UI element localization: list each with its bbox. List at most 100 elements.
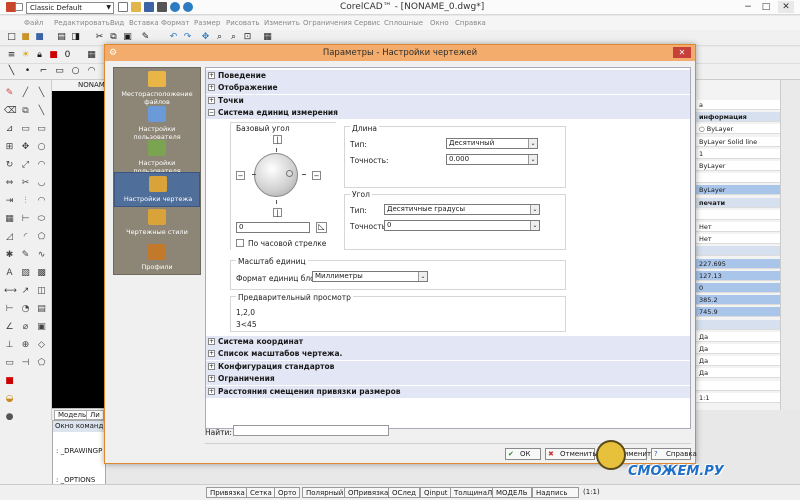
property-row[interactable] xyxy=(696,380,780,391)
eraser-icon[interactable]: ⌫ xyxy=(4,106,17,117)
status-snap[interactable]: Привязка xyxy=(206,487,249,498)
collapse-icon[interactable]: − xyxy=(208,109,215,117)
zero-layer-icon[interactable]: 0 xyxy=(62,50,73,61)
mirror-icon[interactable]: ⊿ xyxy=(4,124,15,135)
color-icon[interactable]: ■ xyxy=(4,376,15,387)
angle-0-button[interactable]: − xyxy=(312,171,321,180)
status-qinput[interactable]: Qinput xyxy=(420,487,452,498)
cut-icon[interactable]: ✂ xyxy=(94,32,105,43)
print-icon[interactable]: ▤ xyxy=(56,32,67,43)
extend-icon[interactable]: ⇥ xyxy=(4,196,15,207)
status-otrack[interactable]: ОСлед xyxy=(388,487,421,498)
command-window[interactable]: Окно команд : _DRAWINGP : _OPTIONS xyxy=(52,420,106,486)
chamfer-icon[interactable]: ◿ xyxy=(4,232,15,243)
redo-icon[interactable] xyxy=(183,2,193,12)
menu-help[interactable]: Справка xyxy=(455,19,486,27)
rotate-icon[interactable]: ↻ xyxy=(4,160,15,171)
status-lineweight[interactable]: ТолщинаЛ xyxy=(450,487,497,498)
status-annotation[interactable]: Надпись xyxy=(532,487,579,498)
angle-pick-icon[interactable]: ◺ xyxy=(316,222,327,233)
properties-scrollbar[interactable] xyxy=(780,80,800,410)
property-row[interactable]: 385.2 xyxy=(696,295,780,306)
menu-view[interactable]: Вид xyxy=(110,19,124,27)
angle-180-button[interactable]: − xyxy=(236,171,245,180)
tree-section[interactable]: + Конфигурация стандартов xyxy=(206,360,690,373)
base-angle-input[interactable]: 0 xyxy=(236,222,310,233)
edit-icon[interactable]: ✎ xyxy=(20,250,31,261)
redo-icon[interactable]: ↷ xyxy=(182,32,193,43)
lock-icon[interactable]: 🔒︎ xyxy=(34,50,45,61)
length-type-select[interactable]: Десятичный ⌄ xyxy=(446,138,538,149)
tree-section[interactable]: + Точки xyxy=(206,94,690,107)
property-row[interactable]: Нет xyxy=(696,234,780,245)
dialog-title-bar[interactable]: ⚙ Параметры - Настройки чертежей ✕ xyxy=(105,45,695,61)
property-row[interactable]: печати xyxy=(696,197,780,208)
rectangle-tool-icon[interactable]: ▭ xyxy=(36,124,47,135)
tab-layout[interactable]: Ли xyxy=(86,410,104,420)
category-item[interactable]: Настройки пользователя xyxy=(114,137,200,175)
find-input[interactable] xyxy=(233,425,389,436)
circle-icon[interactable]: ○ xyxy=(70,66,81,77)
tree-section[interactable]: + Отображение xyxy=(206,82,690,95)
menu-modify[interactable]: Изменить xyxy=(264,19,300,27)
undo-icon[interactable] xyxy=(170,2,180,12)
line-tool-icon[interactable]: ╱ xyxy=(20,88,31,99)
zoom-extents-icon[interactable]: ⊡ xyxy=(242,32,253,43)
property-row[interactable]: Да xyxy=(696,344,780,354)
cancel-button[interactable]: ✖ Отменить xyxy=(545,448,597,460)
category-item[interactable]: Чертежные стили xyxy=(114,206,200,241)
property-row[interactable] xyxy=(696,209,780,220)
tree-section[interactable]: − Система единиц измерения xyxy=(206,107,690,120)
match-properties-icon[interactable]: ✎ xyxy=(140,32,151,43)
length-precision-select[interactable]: 0.000 ⌄ xyxy=(446,154,538,165)
pan-icon[interactable]: ✥ xyxy=(200,32,211,43)
drawing-canvas[interactable] xyxy=(52,80,106,410)
pencil-icon[interactable]: ✎ xyxy=(4,88,15,99)
polygon-icon[interactable]: ⬠ xyxy=(36,232,47,243)
angle-type-select[interactable]: Десятичные градусы ⌄ xyxy=(384,204,540,215)
block-icon[interactable]: ◫ xyxy=(36,286,47,297)
paste-icon[interactable]: ▣ xyxy=(122,32,133,43)
dialog-close-button[interactable]: ✕ xyxy=(673,47,691,58)
tolerance-icon[interactable]: ▭ xyxy=(4,358,15,369)
expand-icon[interactable]: + xyxy=(208,96,215,104)
line-icon[interactable]: ╲ xyxy=(6,66,17,77)
angle-icon[interactable]: ∠ xyxy=(4,322,15,333)
save-icon[interactable]: ■ xyxy=(34,32,45,43)
arc-icon[interactable]: ◠ xyxy=(86,66,97,77)
ordinate-icon[interactable]: ⊥ xyxy=(4,340,15,351)
ray-icon[interactable]: ╲ xyxy=(36,106,47,117)
array-icon[interactable]: ⊞ xyxy=(4,142,15,153)
text-icon[interactable]: A xyxy=(4,268,15,279)
angle-dial-handle[interactable] xyxy=(286,170,293,177)
status-ortho[interactable]: Орто xyxy=(274,487,301,498)
property-row[interactable]: 127.13 xyxy=(696,270,780,281)
expand-icon[interactable]: + xyxy=(208,350,215,358)
expand-icon[interactable]: + xyxy=(208,72,215,79)
expand-icon[interactable]: + xyxy=(208,84,215,92)
zoom-icon[interactable]: ⌕ xyxy=(214,32,225,43)
property-row[interactable]: 1:1 xyxy=(696,392,780,403)
layers-icon[interactable]: ≡ xyxy=(6,50,17,61)
copy-icon[interactable]: ⧉ xyxy=(108,32,119,43)
property-row[interactable]: информация xyxy=(696,112,780,123)
arc-tool-icon[interactable]: ◠ xyxy=(36,196,47,207)
tab-model[interactable]: Модель xyxy=(54,410,91,420)
grid-icon[interactable]: ▦ xyxy=(4,214,15,225)
rectangle-icon[interactable]: ▭ xyxy=(54,66,65,77)
category-item[interactable]: Настройки чертежа xyxy=(114,171,200,207)
block-units-select[interactable]: Миллиметры ⌄ xyxy=(312,271,428,282)
menu-window[interactable]: Окно xyxy=(430,19,449,27)
property-row[interactable]: а xyxy=(696,100,780,110)
tree-section[interactable]: + Система координат xyxy=(206,336,690,348)
property-row[interactable]: ByLayer Solid line xyxy=(696,136,780,147)
expand-icon[interactable]: + xyxy=(208,375,215,383)
table-icon[interactable]: ▤ xyxy=(36,304,47,315)
join-icon[interactable]: ⊢ xyxy=(20,214,31,225)
expand-icon[interactable]: + xyxy=(208,338,215,345)
minimize-button[interactable]: − xyxy=(740,1,756,13)
maximize-button[interactable]: □ xyxy=(758,1,774,13)
status-scale[interactable]: (1:1) xyxy=(580,487,603,498)
property-row[interactable]: ByLayer xyxy=(696,161,780,171)
close-window-button[interactable]: ✕ xyxy=(778,1,794,13)
